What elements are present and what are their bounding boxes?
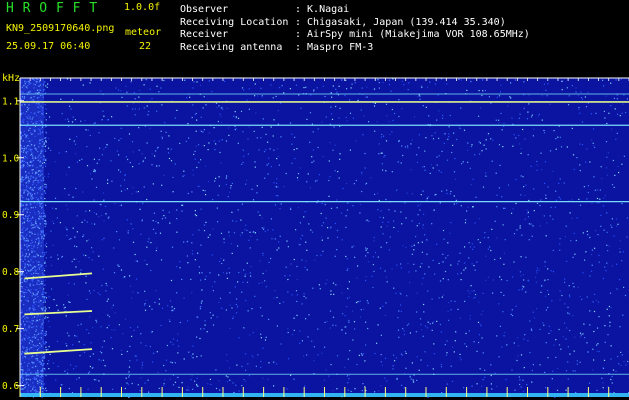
spectrogram-chart: kHz0.60.70.80.91.01.10641064206430644064… — [2, 73, 629, 399]
y-tick-label: 1.0 — [2, 153, 19, 164]
y-axis-label: kHz — [2, 73, 20, 84]
y-tick-label: 0.8 — [2, 267, 19, 278]
y-tick-label: 0.9 — [2, 210, 19, 221]
y-tick-label: 0.6 — [2, 381, 19, 392]
y-tick-label: 0.7 — [2, 324, 19, 335]
y-tick-label: 1.1 — [2, 96, 19, 107]
hrofft-display: H R O F F T 1.0.0f KN9_2509170640.png me… — [0, 0, 629, 400]
